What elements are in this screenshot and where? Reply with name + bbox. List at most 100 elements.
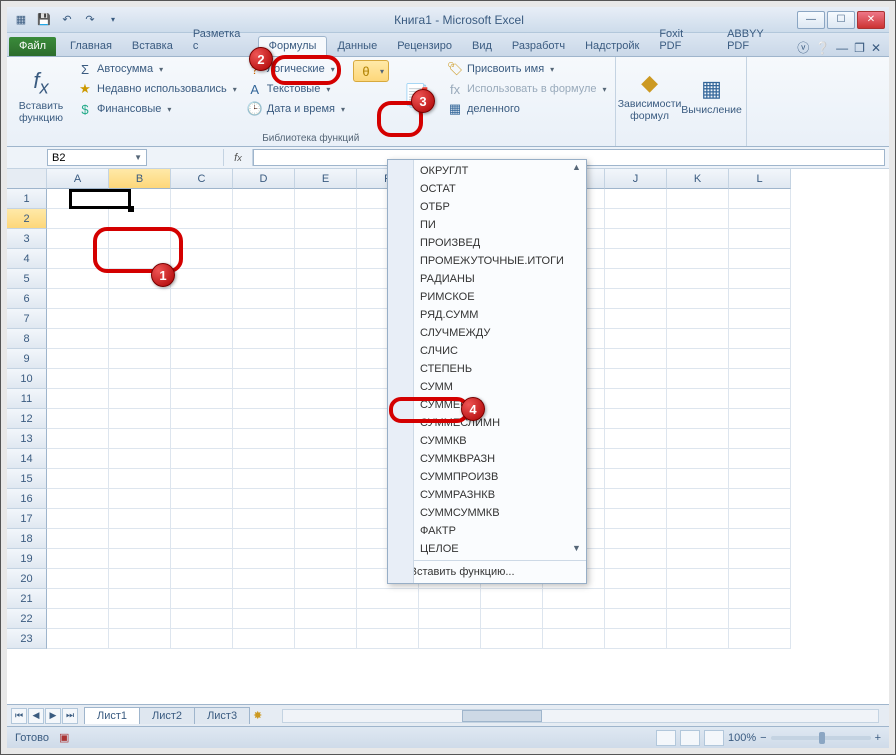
cell[interactable] [171,249,233,269]
cell[interactable] [109,429,171,449]
tab-developer[interactable]: Разработч [502,37,575,56]
name-box-dropdown-icon[interactable]: ▼ [134,153,142,162]
cell[interactable] [357,629,419,649]
menu-item[interactable]: СУММЕСЛИМН [388,414,586,432]
cell[interactable] [605,289,667,309]
cell[interactable] [171,269,233,289]
cell[interactable] [171,389,233,409]
cell[interactable] [233,509,295,529]
cell[interactable] [47,629,109,649]
cell[interactable] [233,269,295,289]
select-all-corner[interactable] [7,169,47,189]
cell[interactable] [667,269,729,289]
cell[interactable] [109,329,171,349]
cell[interactable] [667,449,729,469]
menu-item[interactable]: ПРОИЗВЕД [388,234,586,252]
cell[interactable] [47,529,109,549]
cell[interactable] [729,549,791,569]
cell[interactable] [667,569,729,589]
sheet-tab-2[interactable]: Лист2 [139,707,195,724]
tab-file[interactable]: Файл [9,37,56,56]
cell[interactable] [729,369,791,389]
cell[interactable] [109,469,171,489]
define-name-button[interactable]: 🏷Присвоить имя▾ [445,60,609,78]
cell[interactable] [233,429,295,449]
autosum-button[interactable]: ΣАвтосумма▾ [75,60,239,78]
cell[interactable] [171,209,233,229]
cell[interactable] [605,309,667,329]
row-header[interactable]: 8 [7,329,47,349]
cell[interactable] [543,589,605,609]
insert-function-button[interactable]: fx Вставить функцию [13,60,69,132]
menu-item[interactable]: СУММКВРАЗН [388,450,586,468]
cell[interactable] [605,549,667,569]
recently-used-button[interactable]: ★Недавно использовались▾ [75,80,239,98]
cell[interactable] [233,209,295,229]
row-header[interactable]: 21 [7,589,47,609]
cell[interactable] [605,209,667,229]
zoom-out-button[interactable]: − [760,732,766,744]
cell[interactable] [729,609,791,629]
cell[interactable] [667,409,729,429]
cell[interactable] [729,529,791,549]
column-header[interactable]: K [667,169,729,189]
cell[interactable] [295,309,357,329]
cell[interactable] [729,429,791,449]
sheet-nav-last-icon[interactable]: ⏭ [62,708,78,724]
cell[interactable] [295,409,357,429]
row-header[interactable]: 19 [7,549,47,569]
sheet-tab-3[interactable]: Лист3 [194,707,250,724]
cell[interactable] [295,529,357,549]
cell[interactable] [47,449,109,469]
cell[interactable] [109,229,171,249]
cell[interactable] [295,329,357,349]
cell[interactable] [667,609,729,629]
cell[interactable] [295,269,357,289]
cell[interactable] [109,309,171,329]
row-header[interactable]: 6 [7,289,47,309]
save-icon[interactable]: 💾 [34,10,54,30]
cell[interactable] [605,509,667,529]
cell[interactable] [109,209,171,229]
cell[interactable] [233,409,295,429]
cell[interactable] [729,249,791,269]
cell[interactable] [109,389,171,409]
financial-button[interactable]: $Финансовые▾ [75,100,239,118]
sheet-tab-1[interactable]: Лист1 [84,707,140,724]
cell[interactable] [667,369,729,389]
cell[interactable] [109,589,171,609]
cell[interactable] [47,289,109,309]
cell[interactable] [729,329,791,349]
cell[interactable] [171,369,233,389]
cell[interactable] [543,629,605,649]
tab-foxit[interactable]: Foxit PDF [649,25,717,56]
cell[interactable] [605,429,667,449]
tab-layout[interactable]: Разметка с [183,25,258,56]
cell[interactable] [295,349,357,369]
cell[interactable] [171,529,233,549]
cell[interactable] [47,229,109,249]
cell[interactable] [729,229,791,249]
cell[interactable] [109,349,171,369]
cell[interactable] [667,209,729,229]
column-header[interactable]: D [233,169,295,189]
cell[interactable] [233,589,295,609]
use-in-formula-button[interactable]: fxИспользовать в формуле▾ [445,80,609,98]
cell[interactable] [171,589,233,609]
column-header[interactable]: J [605,169,667,189]
new-sheet-icon[interactable]: ✸ [253,709,262,722]
cell[interactable] [667,289,729,309]
cell[interactable] [605,249,667,269]
menu-item[interactable]: ОТБР [388,198,586,216]
cell[interactable] [233,249,295,269]
cell[interactable] [667,329,729,349]
cell[interactable] [171,329,233,349]
help-icon[interactable]: ❔ [815,41,830,55]
view-layout-button[interactable] [680,730,700,746]
cell[interactable] [171,509,233,529]
cell[interactable] [47,549,109,569]
cell[interactable] [47,609,109,629]
menu-item[interactable]: РЯД.СУММ [388,306,586,324]
active-cell[interactable] [69,189,131,209]
cell[interactable] [171,469,233,489]
